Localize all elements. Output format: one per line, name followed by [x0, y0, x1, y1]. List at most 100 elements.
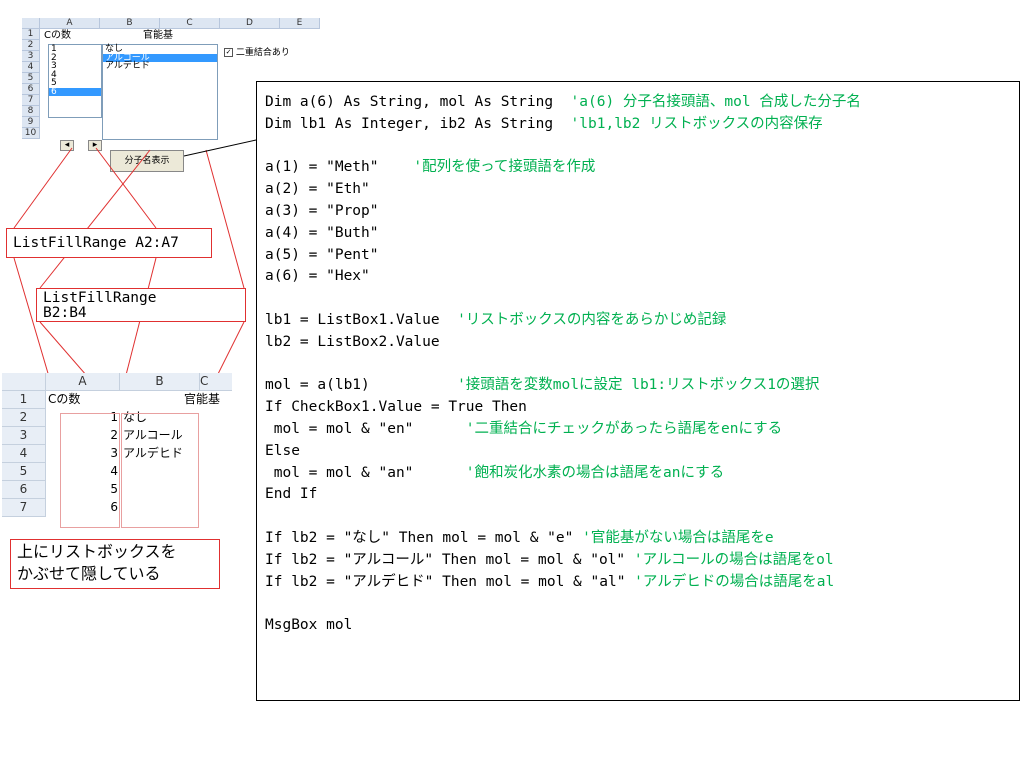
code-text: If lb2 = "アルデヒド" Then mol = mol & "al" [265, 573, 635, 590]
code-line: a(6) = "Hex" [265, 266, 370, 287]
col-header-a[interactable]: A [40, 18, 100, 29]
code-text: a(1) = "Meth" [265, 159, 414, 176]
row-header-4[interactable]: 4 [2, 445, 46, 463]
checkbox-check-icon[interactable]: ✓ [224, 48, 233, 57]
listbox-1[interactable]: 1 2 3 4 5 6 [48, 44, 102, 118]
col-header-b[interactable]: B [100, 18, 160, 29]
code-comment: '接頭語を変数molに設定 lb1:リストボックス1の選択 [457, 377, 820, 394]
note-line-2: かぶせて隠している [17, 566, 161, 583]
code-line: Dim lb1 As Integer, ib2 As String 'lb1,l… [265, 114, 823, 135]
col-header-c[interactable]: C [160, 18, 220, 29]
code-text: Dim a(6) As String, mol As String [265, 94, 571, 110]
row-header-7[interactable]: 7 [2, 499, 46, 517]
select-all-corner[interactable] [22, 18, 40, 29]
row-header-2[interactable]: 2 [2, 409, 46, 427]
code-comment: 'a(6) 分子名接頭語、mol 合成した分子名 [570, 94, 861, 110]
code-line: If CheckBox1.Value = True Then [265, 397, 527, 418]
col-header-a[interactable]: A [46, 373, 120, 391]
select-all-corner[interactable] [2, 373, 46, 391]
code-line: Dim a(6) As String, mol As String 'a(6) … [265, 92, 861, 113]
code-line: If lb2 = "なし" Then mol = mol & "e" '官能基が… [265, 528, 774, 549]
code-line: Else [265, 441, 300, 462]
callout-listfillrange-b-line2: B2:B4 [43, 305, 87, 321]
code-text: mol = a(lb1) [265, 377, 458, 394]
code-text: End If [265, 486, 318, 503]
code-line: a(4) = "Buth" [265, 223, 379, 244]
cell-a1[interactable]: Cの数 [44, 30, 71, 41]
code-line: End If [265, 484, 317, 505]
row-header-6[interactable]: 6 [2, 481, 46, 499]
show-molecule-name-button[interactable]: 分子名表示 [110, 150, 184, 172]
code-line: a(2) = "Eth" [265, 179, 370, 200]
callout-listfillrange-b: ListFillRange B2:B4 [36, 288, 246, 322]
hidden-range-a-highlight [60, 413, 120, 528]
code-text: mol = mol & "an" [265, 464, 466, 481]
listbox-2[interactable]: なし アルコール アルデヒド [102, 44, 218, 140]
scroll-right-button[interactable]: ▸ [88, 140, 102, 151]
code-line: a(3) = "Prop" [265, 201, 379, 222]
code-text: If lb2 = "アルコール" Then mol = mol & "ol" [265, 551, 634, 568]
row-header-5[interactable]: 5 [2, 463, 46, 481]
hidden-listbox-note: 上にリストボックスを かぶせて隠している [10, 539, 220, 589]
row-header-1[interactable]: 1 [2, 391, 46, 409]
code-text: lb1 = ListBox1.Value [265, 312, 458, 328]
col-header-c[interactable]: C [200, 373, 232, 391]
callout-listfillrange-a: ListFillRange A2:A7 [6, 228, 212, 258]
code-line: lb1 = ListBox1.Value 'リストボックスの内容をあらかじめ記録 [265, 310, 726, 331]
code-line: mol = mol & "an" '飽和炭化水素の場合は語尾をanにする [265, 463, 724, 484]
row-header-6[interactable]: 6 [22, 84, 40, 95]
row-header-7[interactable]: 7 [22, 95, 40, 106]
code-line: a(5) = "Pent" [265, 245, 379, 266]
row-header-5[interactable]: 5 [22, 73, 40, 84]
cell-b1[interactable]: 官能基 [143, 30, 173, 41]
code-text: Dim lb1 As Integer, ib2 As String [265, 115, 571, 132]
code-line: MsgBox mol [265, 615, 352, 636]
code-text: Else [265, 442, 300, 459]
cell-a1[interactable]: Cの数 [48, 391, 120, 408]
code-text: MsgBox mol [265, 617, 353, 634]
code-text: a(3) = "Prop" [265, 203, 379, 219]
listbox-2-item[interactable]: アルデヒド [103, 62, 217, 71]
listbox-1-item[interactable]: 4 [49, 70, 101, 80]
col-header-b[interactable]: B [120, 373, 200, 391]
code-comment: '飽和炭化水素の場合は語尾をanにする [465, 464, 725, 481]
code-line: mol = mol & "en" '二重結合にチェックがあったら語尾をenにする [265, 419, 782, 440]
row-header-2[interactable]: 2 [22, 40, 40, 51]
listbox-1-item[interactable]: 2 [49, 53, 101, 63]
code-comment: '官能基がない場合は語尾をe [582, 530, 774, 546]
code-text: a(6) = "Hex" [265, 268, 370, 285]
code-comment: '配列を使って接頭語を作成 [413, 159, 596, 176]
excel-sheet-bottom: A B C 1 2 3 4 5 6 7 Cの数 官能基 1 2 3 4 5 6 … [2, 373, 232, 531]
row-header-4[interactable]: 4 [22, 62, 40, 73]
listbox-1-item[interactable]: 1 [49, 45, 101, 54]
code-line: lb2 = ListBox2.Value [265, 332, 440, 353]
code-comment: 'リストボックスの内容をあらかじめ記録 [457, 312, 727, 328]
code-text: lb2 = ListBox2.Value [265, 333, 440, 350]
col-header-d[interactable]: D [220, 18, 280, 29]
double-bond-checkbox[interactable]: ✓ 二重結合あり [224, 45, 290, 58]
vba-code-panel: Dim a(6) As String, mol As String 'a(6) … [256, 81, 1020, 701]
listbox-1-item-selected[interactable]: 6 [49, 87, 101, 96]
code-text: mol = mol & "en" [265, 421, 466, 437]
code-text: If CheckBox1.Value = True Then [265, 399, 527, 416]
row-header-3[interactable]: 3 [2, 427, 46, 445]
checkbox-label: 二重結合あり [235, 48, 290, 58]
code-text: If lb2 = "なし" Then mol = mol & "e" [265, 530, 583, 546]
code-text: a(4) = "Buth" [265, 224, 379, 241]
row-header-3[interactable]: 3 [22, 51, 40, 62]
code-line: If lb2 = "アルデヒド" Then mol = mol & "al" '… [265, 572, 834, 593]
cell-b1[interactable]: 官能基 [120, 391, 220, 408]
row-header-10[interactable]: 10 [22, 128, 40, 139]
note-line-1: 上にリストボックスを [17, 544, 177, 561]
code-comment: 'アルデヒドの場合は語尾をal [634, 573, 835, 590]
col-header-e[interactable]: E [280, 18, 320, 29]
row-header-8[interactable]: 8 [22, 106, 40, 117]
hidden-range-b-highlight [121, 413, 199, 528]
callout-listfillrange-b-line1: ListFillRange [43, 290, 157, 306]
row-header-9[interactable]: 9 [22, 117, 40, 128]
scroll-left-button[interactable]: ◂ [60, 140, 74, 151]
code-line: If lb2 = "アルコール" Then mol = mol & "ol" '… [265, 550, 834, 571]
row-header-1[interactable]: 1 [22, 29, 40, 40]
code-text: a(5) = "Pent" [265, 246, 379, 263]
code-comment: 'アルコールの場合は語尾をol [633, 551, 834, 568]
